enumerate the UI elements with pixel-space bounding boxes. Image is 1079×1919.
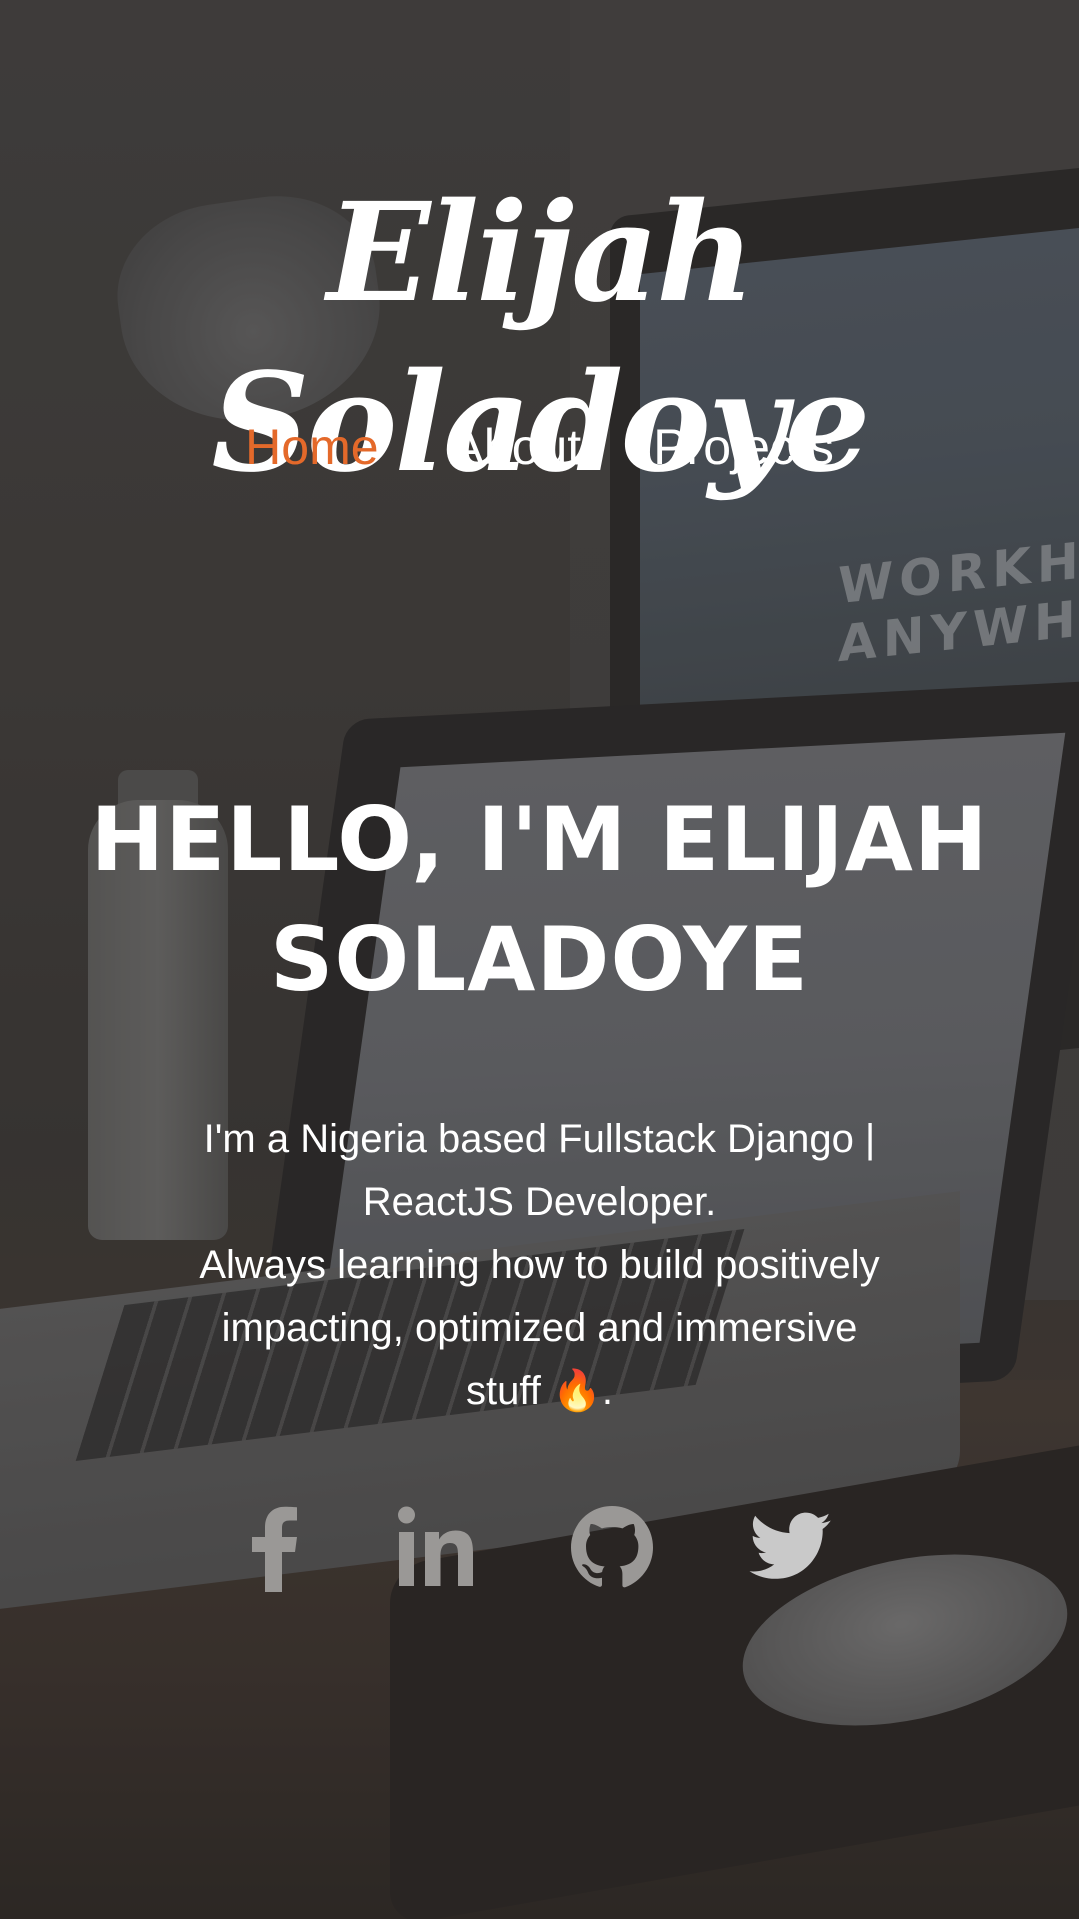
hero-title: HELLO, I'M ELIJAH SOLADOYE bbox=[60, 780, 1019, 1020]
bio-line: stuff 🔥. bbox=[466, 1369, 613, 1413]
hero-bio: I'm a Nigeria based Fullstack Django | R… bbox=[150, 1108, 929, 1423]
linkedin-link[interactable] bbox=[393, 1502, 483, 1592]
bio-line: impacting, optimized and immersive bbox=[221, 1306, 858, 1350]
bio-line: I'm a Nigeria based Fullstack Django | bbox=[203, 1117, 876, 1161]
main-nav: Home About Projects bbox=[0, 412, 1079, 482]
page-content: Elijah Soladoye Home About Projects HELL… bbox=[0, 0, 1079, 1919]
facebook-link[interactable] bbox=[230, 1502, 320, 1592]
facebook-icon bbox=[252, 1506, 297, 1592]
nav-about-link[interactable]: About bbox=[451, 412, 582, 482]
social-links bbox=[0, 1502, 1079, 1592]
twitter-icon bbox=[749, 1512, 831, 1579]
nav-home-link[interactable]: Home bbox=[245, 412, 378, 482]
github-link[interactable] bbox=[567, 1502, 657, 1592]
hero-title-line1: HELLO, I'M ELIJAH bbox=[90, 788, 989, 891]
github-icon bbox=[571, 1506, 653, 1588]
bio-line: ReactJS Developer. bbox=[362, 1180, 717, 1224]
nav-projects-link[interactable]: Projects bbox=[653, 412, 834, 482]
twitter-link[interactable] bbox=[745, 1502, 835, 1592]
hero-title-line2: SOLADOYE bbox=[270, 908, 809, 1011]
bio-line: Always learning how to build positively bbox=[199, 1243, 880, 1287]
linkedin-icon bbox=[398, 1506, 473, 1586]
